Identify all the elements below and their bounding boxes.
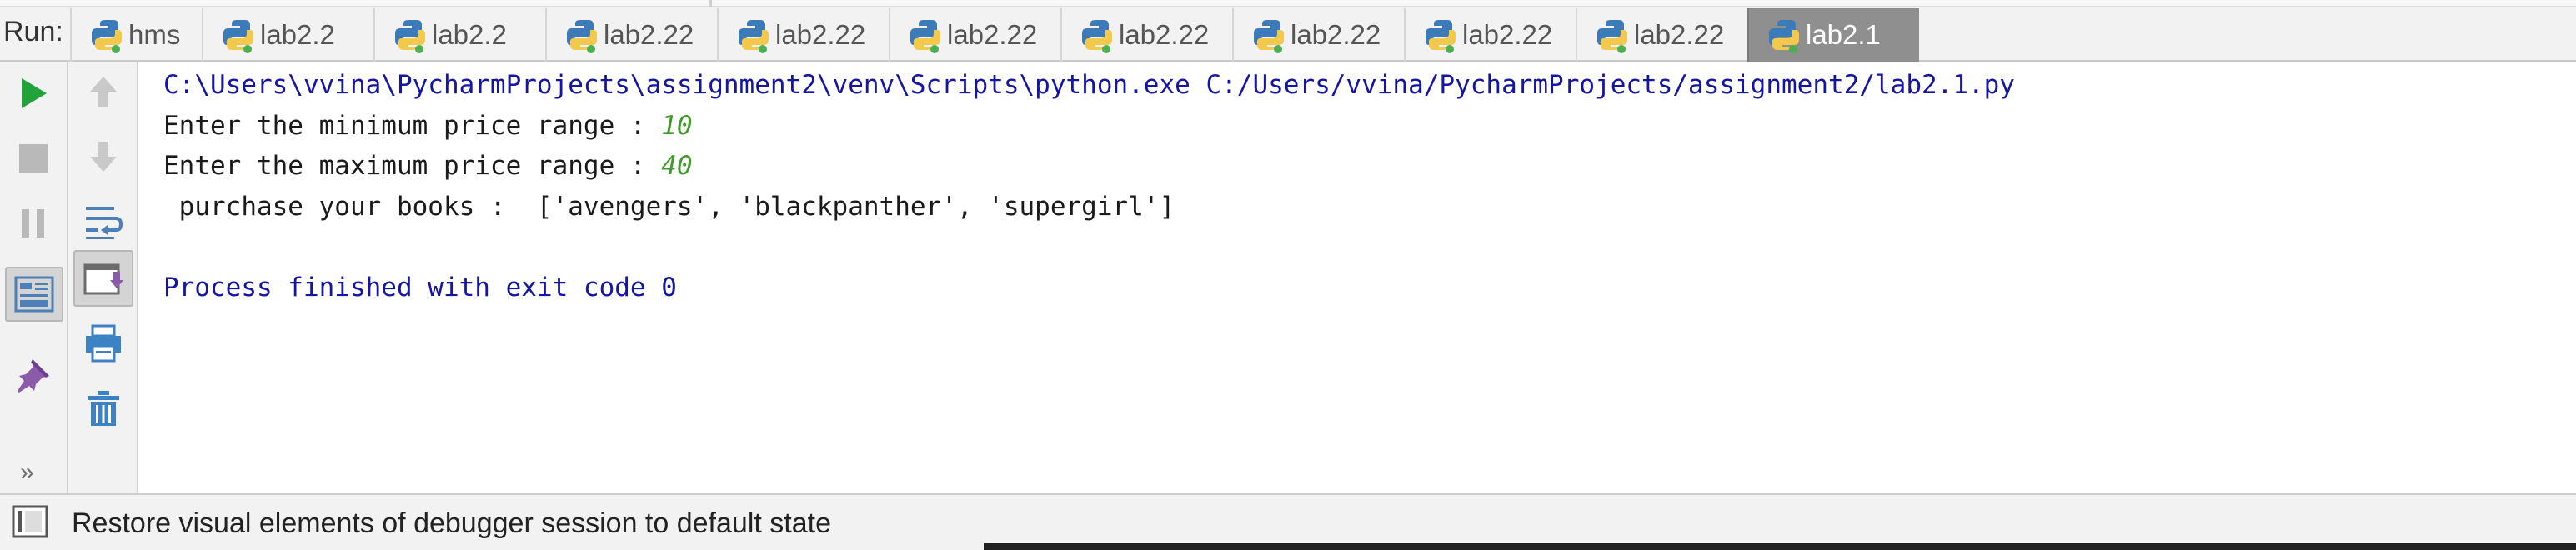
editor-tab-strip-edge (0, 0, 2576, 7)
run-tab-label: lab2.2 (432, 19, 507, 50)
soft-wrap-icon[interactable] (78, 197, 128, 247)
python-icon (907, 17, 947, 53)
scroll-to-end-icon[interactable] (73, 250, 133, 307)
command-line: C:\Users\vvina\PycharmProjects\assignmen… (163, 70, 2015, 100)
run-tab-lab2-22[interactable]: lab2.22 (1060, 8, 1232, 62)
run-tab-label: lab2.22 (775, 19, 866, 50)
run-tab-label: lab2.22 (947, 19, 1038, 50)
python-icon (1250, 17, 1291, 53)
python-icon (1594, 17, 1634, 53)
run-tab-lab2-22[interactable]: lab2.22 (545, 8, 717, 62)
run-tab-lab2-22[interactable]: lab2.22 (1404, 8, 1576, 62)
python-icon (220, 17, 260, 53)
min-price-prompt: Enter the minimum price range : (163, 110, 662, 141)
run-tab-label: lab2.22 (1462, 19, 1553, 50)
down-arrow-icon[interactable] (78, 132, 128, 182)
min-price-line: Enter the minimum price range : 10 (163, 106, 2576, 147)
trash-icon[interactable] (78, 383, 128, 433)
taskbar-edge (984, 543, 2576, 550)
print-icon[interactable] (78, 318, 128, 368)
console-output[interactable]: C:\Users\vvina\PycharmProjects\assignmen… (138, 62, 2576, 493)
more-actions-icon[interactable]: » (20, 458, 34, 487)
max-price-line: Enter the maximum price range : 40 (163, 146, 2576, 187)
run-tab-lab2-2[interactable]: lab2.2 (202, 8, 373, 62)
run-tab-label: lab2.22 (604, 19, 694, 50)
run-icon[interactable] (8, 68, 58, 118)
up-arrow-icon[interactable] (78, 67, 128, 117)
run-tabs: hms lab2.2 lab2.2 lab2.22 lab2.22 lab2.22 lab2… (70, 8, 1919, 62)
status-layout-icon (12, 505, 48, 538)
status-text: Restore visual elements of debugger sess… (72, 508, 831, 539)
run-tab-lab2-22[interactable]: lab2.22 (889, 8, 1060, 62)
run-tab-lab2-2[interactable]: lab2.2 (373, 8, 545, 62)
python-icon (1079, 17, 1119, 53)
run-tab-label: hms (128, 19, 181, 50)
run-tab-lab2-1[interactable]: lab2.1 (1747, 8, 1919, 62)
run-tab-label: lab2.22 (1119, 19, 1210, 50)
restore-layout-icon[interactable] (5, 267, 63, 322)
python-icon (1422, 17, 1462, 53)
max-price-prompt: Enter the maximum price range : (163, 151, 662, 181)
python-icon (88, 17, 128, 53)
pin-icon[interactable] (8, 350, 58, 400)
python-icon (735, 17, 775, 53)
run-tab-lab2-22[interactable]: lab2.22 (1576, 8, 1747, 62)
run-toolbar: » (0, 62, 68, 493)
run-tab-label: lab2.1 (1806, 19, 1881, 50)
console-toolbar (68, 62, 138, 493)
run-label: Run: (3, 16, 63, 48)
python-icon (1766, 17, 1806, 53)
run-tab-lab2-22[interactable]: lab2.22 (1232, 8, 1404, 62)
result-line: purchase your books : ['avengers', 'blac… (163, 191, 1175, 222)
run-tab-lab2-22[interactable]: lab2.22 (717, 8, 889, 62)
min-price-input: 10 (661, 110, 693, 141)
run-tab-bar: Run: hms lab2.2 lab2.2 lab2.22 lab2.22 lab2.2… (0, 0, 2576, 62)
python-icon (392, 17, 432, 53)
run-tab-hms[interactable]: hms (70, 8, 202, 62)
pause-icon[interactable] (8, 198, 58, 248)
python-icon (564, 17, 604, 53)
run-tab-label: lab2.2 (260, 19, 335, 50)
run-tab-label: lab2.22 (1291, 19, 1381, 50)
run-tab-label: lab2.22 (1634, 19, 1725, 50)
exit-line: Process finished with exit code 0 (163, 272, 677, 302)
status-bar: Restore visual elements of debugger sess… (0, 493, 2576, 550)
max-price-input: 40 (661, 151, 693, 181)
stop-icon[interactable] (8, 133, 58, 183)
